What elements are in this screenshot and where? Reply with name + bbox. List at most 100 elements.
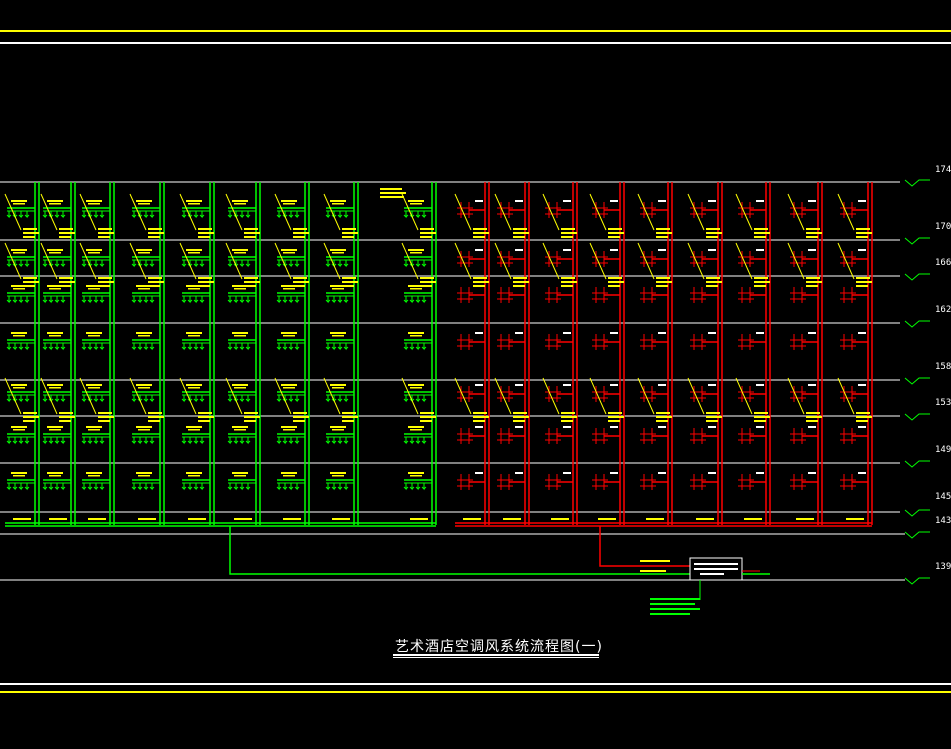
duct-label <box>408 249 424 251</box>
leader-label <box>608 281 624 283</box>
duct-label <box>330 426 346 428</box>
leader-label <box>98 228 112 230</box>
leader-label <box>513 281 529 283</box>
duct-label <box>858 426 866 428</box>
duct-label <box>136 332 152 334</box>
duct-label <box>49 475 61 477</box>
header-label <box>551 518 569 520</box>
header-label <box>646 518 664 520</box>
duct-label <box>708 332 716 334</box>
leader-label <box>244 285 256 287</box>
duct-label <box>332 288 344 290</box>
duct-label <box>283 288 295 290</box>
leader-label <box>754 412 768 414</box>
leader-label <box>754 281 770 283</box>
duct-label <box>756 332 764 334</box>
duct-label <box>408 426 424 428</box>
level-label-2: 170.7 <box>935 222 951 232</box>
duct-label <box>47 249 63 251</box>
duct-label <box>232 249 248 251</box>
duct-label <box>138 475 150 477</box>
leader-label <box>473 277 487 279</box>
duct-label <box>281 384 297 386</box>
leader-label <box>806 236 818 238</box>
duct-label <box>186 332 202 334</box>
leader-label <box>198 416 214 418</box>
duct-label <box>658 249 666 251</box>
leader-label <box>59 416 75 418</box>
leader-label <box>59 232 75 234</box>
duct-label <box>475 472 483 474</box>
leader-label <box>198 420 210 422</box>
duct-label <box>330 332 346 334</box>
duct-label <box>232 200 248 202</box>
header-label <box>696 518 714 520</box>
leader-label <box>806 412 820 414</box>
duct-label <box>49 203 61 205</box>
duct-label <box>11 472 27 474</box>
duct-label <box>13 429 25 431</box>
leader-label <box>806 228 820 230</box>
leader-label <box>342 236 354 238</box>
leader-label <box>754 236 766 238</box>
duct-label <box>756 249 764 251</box>
duct-label <box>13 252 25 254</box>
leader-label <box>513 420 525 422</box>
header-label <box>283 518 301 520</box>
duct-label <box>13 475 25 477</box>
duct-label <box>86 332 102 334</box>
leader-label <box>754 420 766 422</box>
duct-label <box>281 249 297 251</box>
leader-label <box>706 420 718 422</box>
leader-label <box>420 232 436 234</box>
leader-label <box>856 420 868 422</box>
leader-label <box>98 285 110 287</box>
leader-label <box>23 412 37 414</box>
duct-label <box>88 203 100 205</box>
duct-label <box>138 288 150 290</box>
leader-label <box>244 232 260 234</box>
duct-label <box>136 384 152 386</box>
header-label <box>188 518 206 520</box>
duct-label <box>708 200 716 202</box>
duct-label <box>13 387 25 389</box>
duct-label <box>475 200 483 202</box>
leader-label <box>293 285 305 287</box>
duct-label <box>708 249 716 251</box>
duct-label <box>756 426 764 428</box>
duct-label <box>475 384 483 386</box>
leader-label <box>23 285 35 287</box>
leader-label <box>23 277 37 279</box>
duct-label <box>281 332 297 334</box>
leader-label <box>656 228 670 230</box>
leader-label <box>342 277 356 279</box>
duct-label <box>47 426 63 428</box>
leader-label <box>561 228 575 230</box>
leader-label <box>706 232 722 234</box>
duct-label <box>332 475 344 477</box>
duct-label <box>475 249 483 251</box>
duct-label <box>138 203 150 205</box>
level-label-9: 143.4 <box>935 516 951 526</box>
duct-label <box>515 332 523 334</box>
duct-label <box>186 249 202 251</box>
leader-label <box>706 416 722 418</box>
leader-label <box>59 236 71 238</box>
duct-label <box>88 387 100 389</box>
leader-label <box>561 281 577 283</box>
leader-label <box>656 281 672 283</box>
duct-label <box>410 475 422 477</box>
duct-label <box>332 387 344 389</box>
header-label <box>796 518 814 520</box>
leader-label <box>293 228 307 230</box>
leader-label <box>656 285 668 287</box>
duct-label <box>186 384 202 386</box>
header-label <box>846 518 864 520</box>
leader-label <box>293 420 305 422</box>
level-label-1: 174.9 <box>935 165 951 175</box>
leader-label <box>561 277 575 279</box>
duct-label <box>188 429 200 431</box>
leader-label <box>473 416 489 418</box>
leader-label <box>23 416 39 418</box>
duct-label <box>188 335 200 337</box>
